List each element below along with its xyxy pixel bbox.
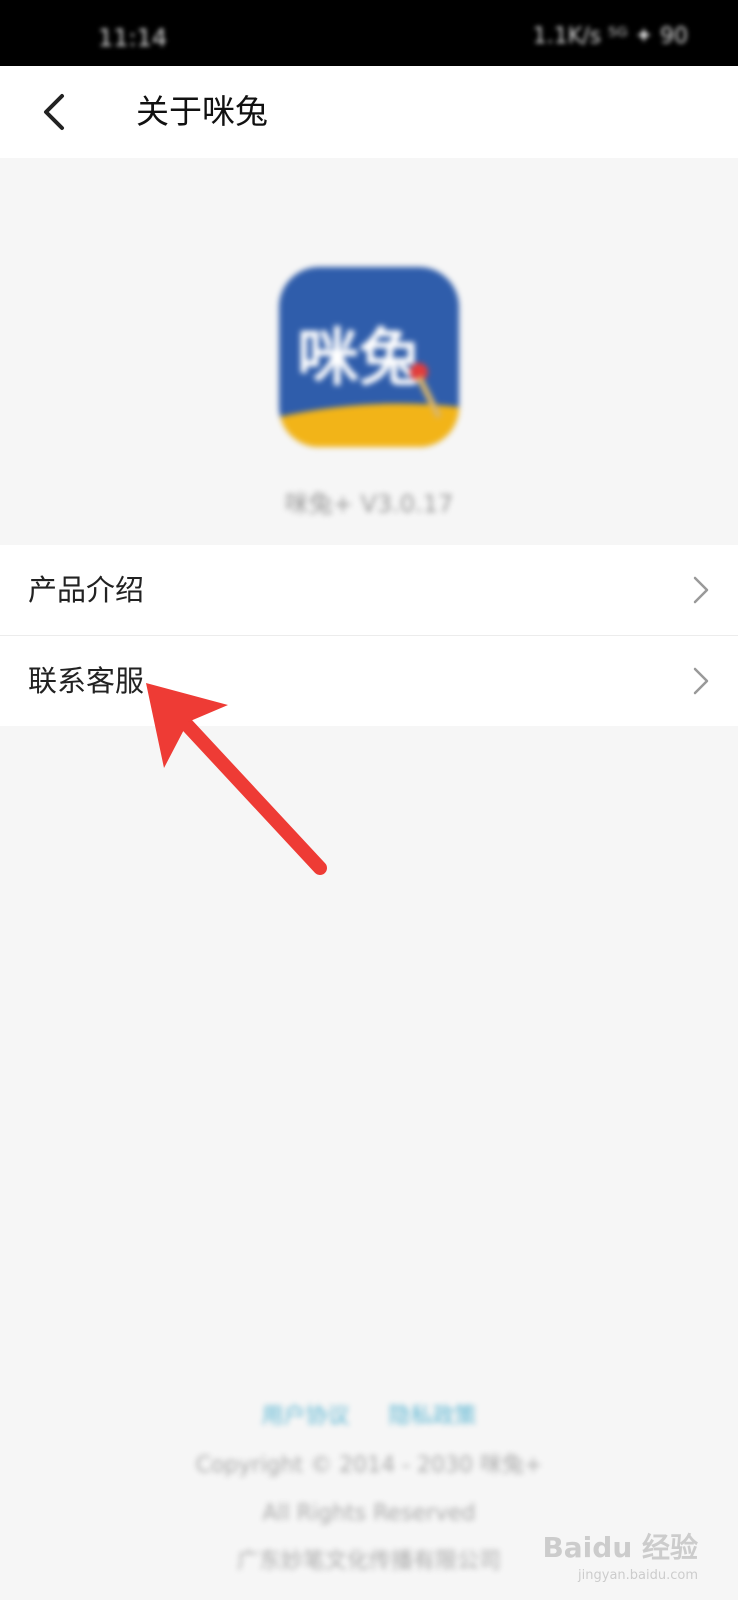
- menu-item-product-intro[interactable]: 产品介绍: [0, 545, 738, 636]
- menu-item-label: 产品介绍: [28, 573, 145, 607]
- watermark-brand: Baidu 经验: [542, 1531, 698, 1564]
- settings-menu: 产品介绍 联系客服: [0, 545, 738, 726]
- watermark: Baidu 经验 jingyan.baidu.com: [542, 1526, 698, 1583]
- nav-bar: 关于咪兔: [0, 66, 738, 158]
- copyright-text: Copyright © 2014 - 2030 咪兔+: [195, 1453, 543, 1478]
- chevron-right-icon: [693, 667, 709, 695]
- annotation-arrow-icon: [146, 683, 327, 875]
- app-version: 咪兔+ V3.0.17: [284, 490, 454, 518]
- user-agreement-link[interactable]: 用户协议: [261, 1404, 349, 1429]
- chevron-right-icon: [693, 576, 709, 604]
- menu-item-label: 联系客服: [28, 664, 145, 698]
- status-time: 11:14: [98, 24, 168, 52]
- privacy-policy-link[interactable]: 隐私政策: [389, 1404, 477, 1429]
- footer-links: 用户协议 隐私政策: [0, 1398, 738, 1430]
- back-arrow-icon[interactable]: [34, 88, 82, 136]
- svg-text:咪兔: 咪兔: [297, 321, 421, 394]
- menu-item-contact-service[interactable]: 联系客服: [0, 636, 738, 726]
- status-icons: 1.1K/s ⁵ᴳ ✦ 90: [532, 24, 688, 49]
- watermark-url: jingyan.baidu.com: [578, 1568, 698, 1583]
- page-title: 关于咪兔: [136, 92, 268, 131]
- app-logo-icon: 咪兔: [279, 267, 459, 447]
- status-bar: 11:14 1.1K/s ⁵ᴳ ✦ 90: [0, 0, 738, 66]
